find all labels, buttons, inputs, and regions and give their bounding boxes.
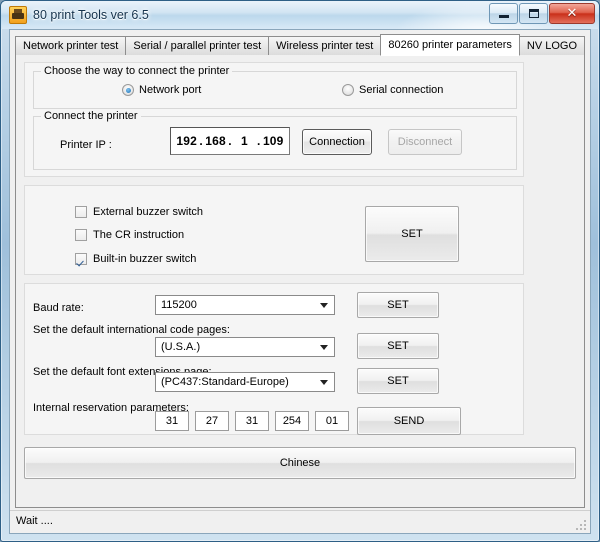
font-page-select[interactable]: (PC437:Standard-Europe) bbox=[155, 372, 335, 392]
connection-panel: Choose the way to connect the printer Ne… bbox=[24, 62, 524, 177]
status-bar: Wait .... bbox=[10, 510, 590, 533]
tab-page-80260-printer-parameters: Choose the way to connect the printer Ne… bbox=[15, 55, 585, 508]
tab-wireless-printer-test[interactable]: Wireless printer test bbox=[268, 36, 382, 55]
client-area: Network printer test Serial / parallel p… bbox=[9, 29, 591, 534]
tab-80260-printer-parameters[interactable]: 80260 printer parameters bbox=[380, 34, 520, 56]
baud-rate-label: Baud rate: bbox=[33, 302, 84, 314]
radio-network-port-label: Network port bbox=[139, 84, 202, 96]
chevron-down-icon bbox=[320, 303, 328, 308]
maximize-icon bbox=[520, 4, 547, 23]
minimize-icon bbox=[490, 4, 517, 23]
close-icon: ✕ bbox=[566, 6, 578, 21]
reservation-param-1[interactable]: 31 bbox=[155, 411, 189, 431]
window-title: 80 print Tools ver 6.5 bbox=[33, 8, 149, 22]
application-window: 80 print Tools ver 6.5 ✕ Network printer… bbox=[0, 0, 600, 542]
ip-segment-2[interactable]: 168 bbox=[204, 134, 227, 148]
printer-ip-input[interactable]: 192 . 168 . 1 . 109 bbox=[170, 127, 290, 155]
ip-segment-3[interactable]: 1 bbox=[233, 134, 256, 148]
code-page-value: (U.S.A.) bbox=[161, 341, 201, 353]
set-font-page-button[interactable]: SET bbox=[357, 368, 439, 394]
checkbox-builtin-buzzer-indicator bbox=[75, 253, 87, 265]
connect-printer-group-title: Connect the printer bbox=[41, 110, 141, 122]
checkbox-external-buzzer-indicator bbox=[75, 206, 87, 218]
radio-serial-connection-label: Serial connection bbox=[359, 84, 444, 96]
chevron-down-icon bbox=[320, 380, 328, 385]
tab-nv-logo[interactable]: NV LOGO bbox=[518, 36, 585, 55]
chevron-down-icon bbox=[320, 345, 328, 350]
printer-ip-label: Printer IP : bbox=[60, 139, 112, 151]
language-toggle-button[interactable]: Chinese bbox=[24, 447, 576, 479]
settings-panel: Baud rate: 115200 SET Set the default in… bbox=[24, 283, 524, 435]
connect-method-group-title: Choose the way to connect the printer bbox=[41, 65, 233, 77]
checkbox-builtin-buzzer-switch[interactable]: Built-in buzzer switch bbox=[75, 253, 196, 265]
checkbox-external-buzzer-label: External buzzer switch bbox=[93, 206, 204, 218]
reservation-param-4[interactable]: 254 bbox=[275, 411, 309, 431]
checkbox-cr-instruction[interactable]: The CR instruction bbox=[75, 229, 184, 241]
send-reservation-button[interactable]: SEND bbox=[357, 407, 461, 435]
connect-method-group: Choose the way to connect the printer Ne… bbox=[33, 65, 517, 109]
maximize-button[interactable] bbox=[519, 3, 548, 24]
font-page-value: (PC437:Standard-Europe) bbox=[161, 376, 289, 388]
checkbox-builtin-buzzer-label: Built-in buzzer switch bbox=[93, 253, 197, 265]
switches-panel: External buzzer switch The CR instructio… bbox=[24, 185, 524, 275]
code-page-label: Set the default international code pages… bbox=[33, 324, 230, 336]
code-page-select[interactable]: (U.S.A.) bbox=[155, 337, 335, 357]
reservation-param-3[interactable]: 31 bbox=[235, 411, 269, 431]
checkbox-cr-instruction-label: The CR instruction bbox=[93, 229, 185, 241]
baud-rate-value: 115200 bbox=[161, 299, 197, 311]
printer-icon bbox=[9, 6, 27, 24]
resize-grip[interactable] bbox=[575, 519, 587, 531]
radio-network-port[interactable]: Network port bbox=[122, 84, 201, 96]
disconnect-button: Disconnect bbox=[388, 129, 462, 155]
close-button[interactable]: ✕ bbox=[549, 3, 595, 24]
status-text: Wait .... bbox=[16, 515, 53, 527]
caption-buttons: ✕ bbox=[488, 3, 595, 24]
baud-rate-select[interactable]: 115200 bbox=[155, 295, 335, 315]
connection-button[interactable]: Connection bbox=[302, 129, 372, 155]
reservation-param-5[interactable]: 01 bbox=[315, 411, 349, 431]
radio-network-port-indicator bbox=[122, 84, 134, 96]
minimize-button[interactable] bbox=[489, 3, 518, 24]
radio-serial-connection[interactable]: Serial connection bbox=[342, 84, 443, 96]
set-code-page-button[interactable]: SET bbox=[357, 333, 439, 359]
tab-serial-parallel-printer-test[interactable]: Serial / parallel printer test bbox=[125, 36, 270, 55]
connect-printer-group: Connect the printer Printer IP : 192 . 1… bbox=[33, 110, 517, 170]
checkbox-external-buzzer-switch[interactable]: External buzzer switch bbox=[75, 206, 203, 218]
checkbox-cr-instruction-indicator bbox=[75, 229, 87, 241]
set-baud-rate-button[interactable]: SET bbox=[357, 292, 439, 318]
ip-segment-4[interactable]: 109 bbox=[262, 134, 285, 148]
tab-network-printer-test[interactable]: Network printer test bbox=[15, 36, 127, 55]
tab-strip: Network printer test Serial / parallel p… bbox=[15, 34, 585, 56]
set-switches-button[interactable]: SET bbox=[365, 206, 459, 262]
radio-serial-connection-indicator bbox=[342, 84, 354, 96]
reservation-param-2[interactable]: 27 bbox=[195, 411, 229, 431]
ip-segment-1[interactable]: 192 bbox=[175, 134, 198, 148]
title-bar: 80 print Tools ver 6.5 ✕ bbox=[1, 1, 599, 29]
